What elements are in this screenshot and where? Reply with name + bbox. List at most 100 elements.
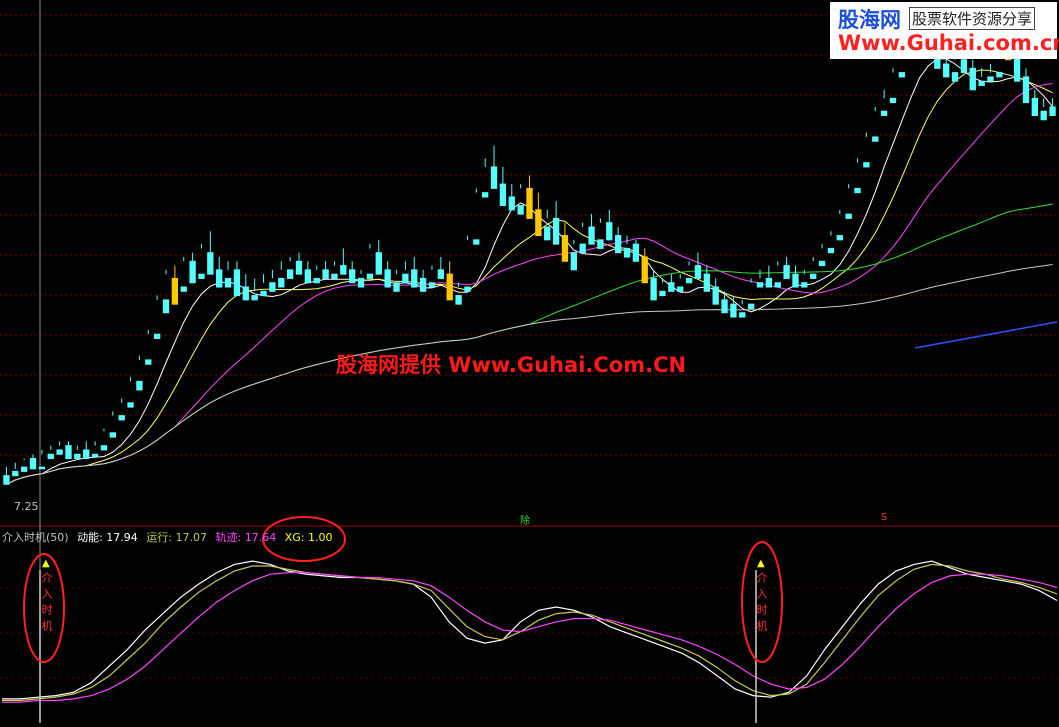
candle-body — [21, 466, 28, 472]
candle-body — [827, 247, 835, 254]
legend-guiji: 轨迹: 17.64 — [215, 531, 277, 544]
candle-body — [969, 67, 976, 91]
candle-body — [216, 269, 223, 288]
candle-body — [623, 247, 631, 258]
candle-body — [419, 277, 427, 292]
candle-body — [180, 286, 187, 292]
candle-body — [446, 273, 453, 301]
candle-body — [951, 72, 959, 82]
candle-body — [756, 282, 764, 288]
candle-body — [685, 277, 693, 284]
legend-dongneng: 动能: 17.94 — [77, 531, 138, 544]
candle-body — [739, 312, 746, 318]
candle-body — [464, 286, 471, 292]
candle-body — [286, 269, 294, 279]
candle-body — [1049, 106, 1056, 116]
candle-body — [375, 252, 382, 275]
candle-body — [1022, 76, 1030, 104]
candle-body — [91, 453, 99, 458]
candle-body — [526, 187, 533, 219]
legend-xg-label: XG — [284, 531, 301, 544]
candle-body — [606, 222, 613, 241]
candle-body — [207, 252, 214, 275]
candle-body — [295, 260, 303, 275]
candle-body — [189, 260, 196, 284]
candle-body — [411, 269, 418, 288]
candle-body — [428, 282, 436, 288]
candle-body — [437, 269, 445, 279]
candle-body — [3, 475, 10, 485]
candle-body — [721, 299, 728, 314]
candle-body — [29, 458, 37, 470]
candle-body — [668, 282, 675, 292]
candle-body — [978, 80, 985, 86]
candle-body — [482, 192, 489, 198]
candle-body — [224, 277, 232, 288]
candle-body — [588, 226, 595, 245]
candle-body — [783, 265, 790, 279]
candle-body — [579, 243, 586, 254]
logo-slogan: 股票软件资源分享 — [909, 7, 1036, 30]
candle-body — [943, 63, 950, 78]
candle-body — [863, 162, 870, 168]
candle-body — [340, 265, 347, 275]
candle-body — [659, 290, 666, 297]
candle-body — [109, 432, 116, 438]
legend-yunxing-value: 17.07 — [175, 531, 208, 544]
candle-body — [552, 217, 560, 245]
candle-body — [269, 282, 276, 292]
candle-body — [1040, 110, 1047, 121]
candle-body — [171, 277, 179, 305]
legend-dongneng-value: 17.94 — [106, 531, 138, 544]
candle-body — [499, 183, 507, 207]
candle-body — [898, 72, 906, 78]
indicator-line-2 — [2, 571, 1058, 703]
legend-yunxing-label: 运行 — [146, 531, 169, 544]
candle-body — [251, 295, 258, 301]
ma-line-ma20 — [6, 83, 1053, 485]
candle-body — [12, 470, 19, 477]
candle-body — [632, 243, 640, 262]
candle-body — [987, 76, 994, 82]
signal-text-1: 介入时机 — [40, 572, 53, 636]
candle-body — [712, 286, 719, 305]
candle-body — [747, 303, 755, 309]
legend-guiji-label: 轨迹 — [215, 531, 238, 544]
candle-body — [730, 303, 737, 318]
candle-body — [331, 273, 338, 279]
candle-body — [774, 282, 781, 288]
candle-body — [366, 273, 374, 279]
legend-xg: XG: 1.00 — [284, 531, 333, 544]
candle-body — [996, 72, 1003, 78]
candle-body — [47, 453, 54, 460]
signal-arrow-1: ▲ — [42, 558, 50, 569]
candle-body — [880, 110, 888, 116]
candle-body — [641, 256, 648, 284]
candle-body — [561, 235, 569, 262]
candle-body — [56, 449, 63, 455]
candle-body — [508, 196, 515, 211]
candle-body — [313, 277, 320, 284]
candle-body — [473, 239, 480, 245]
ma-line-ma60 — [6, 203, 1053, 485]
candle-body — [127, 402, 134, 408]
candle-body — [384, 269, 391, 288]
candle-body — [38, 466, 46, 470]
candle-body — [810, 273, 817, 279]
candle-body — [198, 273, 205, 279]
candle-body — [1013, 54, 1021, 82]
candle-body — [136, 380, 143, 391]
candle-body — [118, 415, 125, 421]
candle-body — [304, 269, 312, 284]
indicator-name: 介入时机(50) — [2, 531, 69, 544]
stock-chart: 股海网 股票软件资源分享 Www.Guhai.com.cn 股海网提供 Www.… — [0, 0, 1059, 723]
candle-body — [845, 213, 852, 219]
candle-body — [65, 445, 72, 460]
legend-guiji-value: 17.64 — [244, 531, 277, 544]
candle-body — [703, 273, 710, 292]
ex-rights-marker: 除 — [520, 516, 530, 527]
candle-body — [393, 282, 400, 292]
candle-body — [74, 453, 81, 460]
candle-body — [260, 290, 267, 297]
watermark: 股海网提供 Www.Guhai.Com.CN — [336, 353, 687, 377]
